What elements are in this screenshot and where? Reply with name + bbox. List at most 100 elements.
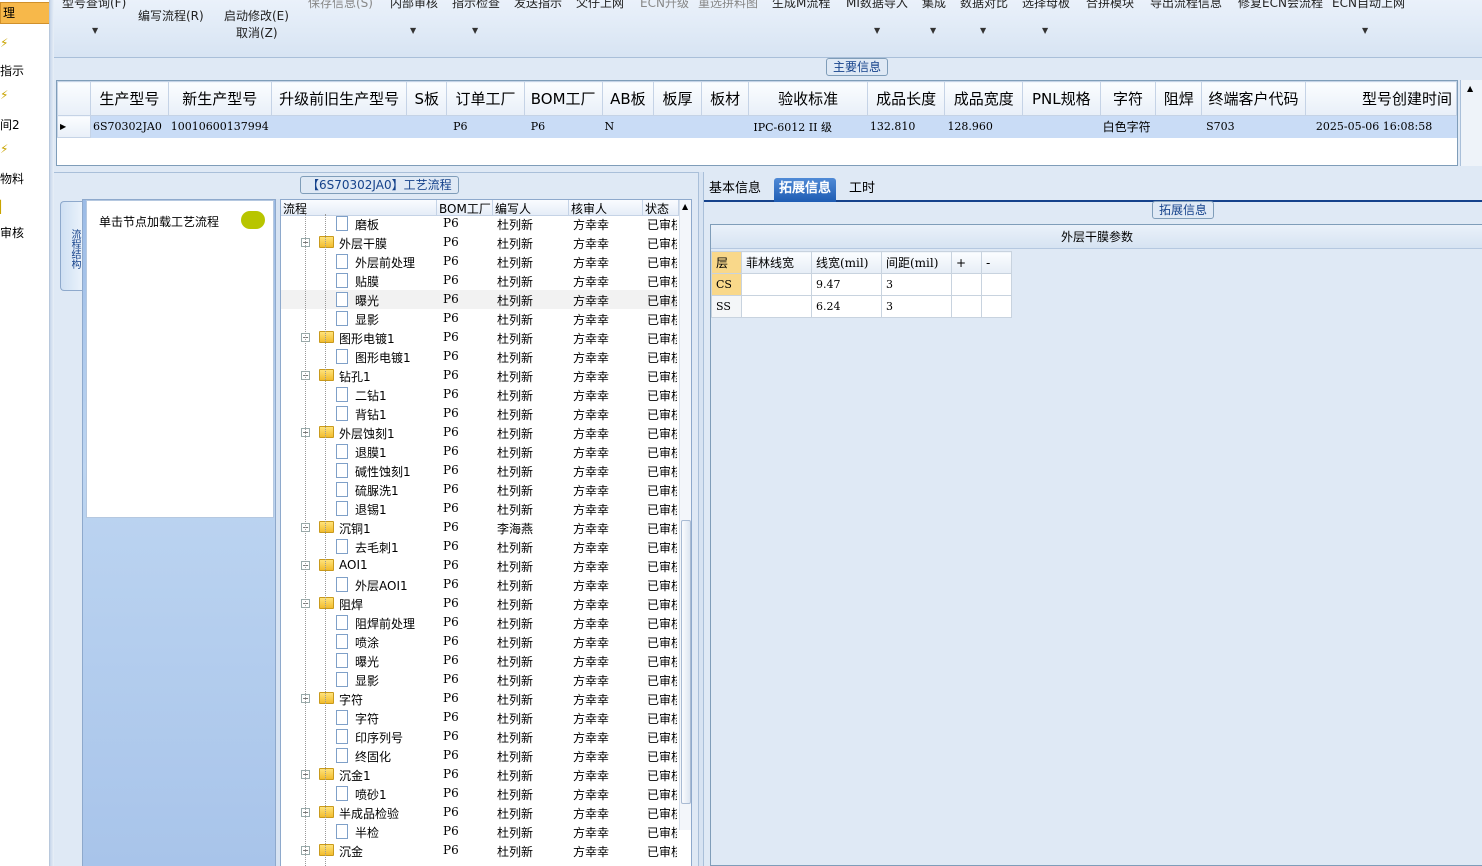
reselect-panel-button[interactable]: 重选拼料图 [698,0,758,11]
table-cell[interactable] [741,273,812,296]
dropdown-arrow-icon[interactable]: ▼ [980,26,986,35]
remove-column-button[interactable]: - [981,251,1012,274]
tree-row[interactable]: 退膜1 P6 杜列新 方幸幸 已审核 [281,442,677,461]
col-header[interactable]: 型号创建时间 [1304,81,1457,116]
tree-row[interactable]: 喷砂1 P6 杜列新 方幸幸 已审核 [281,784,677,803]
tree-row[interactable]: 曝光 P6 杜列新 方幸幸 已审核 [281,290,677,309]
col-header[interactable]: 订单工厂 [446,81,525,116]
tree-row[interactable]: 去毛刺1 P6 杜列新 方幸幸 已审核 [281,537,677,556]
table-cell[interactable] [1022,115,1101,138]
tree-row[interactable]: −沉铜1P6李海燕方幸幸已审核 [281,518,677,537]
tree-row[interactable]: 印序列号 P6 杜列新 方幸幸 已审核 [281,727,677,746]
tree-row[interactable]: 字符 P6 杜列新 方幸幸 已审核 [281,708,677,727]
tree-row[interactable]: −半成品检验P6杜列新方幸幸已审核 [281,803,677,822]
layer-cell[interactable]: SS [711,295,742,318]
left-nav-item-0[interactable]: 理 [0,2,49,24]
cancel-button[interactable]: 取消(Z) [236,24,278,41]
scroll-up-icon[interactable]: ▲ [1467,84,1473,93]
integrate-button[interactable]: 集成 [922,0,946,11]
model-query-button[interactable]: 型号查询(F) [62,0,126,11]
vertical-scrollbar[interactable]: ▲ [1460,80,1482,166]
table-cell[interactable]: 128.960 [944,115,1024,138]
tree-row[interactable]: 终固化 P6 杜列新 方幸幸 已审核 [281,746,677,765]
table-cell[interactable]: 132.810 [867,115,946,138]
col-header[interactable]: 间距(mil) [881,251,952,274]
layer-cell[interactable]: CS [711,273,742,296]
dropdown-arrow-icon[interactable]: ▼ [92,26,98,35]
tree-row[interactable]: 磨板 P6 杜列新 方幸幸 已审核 [281,214,677,233]
tree-row[interactable]: −外层蚀刻1P6杜列新方幸幸已审核 [281,423,677,442]
table-cell[interactable] [981,295,1012,318]
col-header[interactable]: AB板 [601,81,655,116]
col-header[interactable]: 阻焊 [1155,81,1203,116]
dropdown-arrow-icon[interactable]: ▼ [930,26,936,35]
tree-row[interactable]: −字符P6杜列新方幸幸已审核 [281,689,677,708]
tree-row[interactable]: 退锡1 P6 杜列新 方幸幸 已审核 [281,499,677,518]
data-compare-button[interactable]: 数据对比 [960,0,1008,11]
table-cell[interactable]: 2025-05-06 16:08:58 [1305,115,1457,138]
col-header[interactable]: 生产型号 [89,81,169,116]
instruction-check-button[interactable]: 指示检查 [452,0,500,11]
table-cell[interactable]: 3 [881,295,952,318]
start-modify-button[interactable]: 启动修改(E) [224,7,289,24]
col-header[interactable]: 成品宽度 [944,81,1024,116]
tree-row[interactable]: 阻焊前处理 P6 杜列新 方幸幸 已审核 [281,613,677,632]
export-flow-info-button[interactable]: 导出流程信息 [1150,0,1222,11]
table-cell[interactable]: S703 [1201,115,1306,138]
tree-row[interactable]: 外层AOI1 P6 杜列新 方幸幸 已审核 [281,575,677,594]
table-cell[interactable]: 6S70302JA0 [90,115,169,138]
tab-extended-info[interactable]: 拓展信息 [774,178,837,202]
generate-m-flow-button[interactable]: 生成M流程 [772,0,830,11]
select-motherboard-button[interactable]: 选择母板 [1022,0,1070,11]
table-cell[interactable]: 6.24 [811,295,882,318]
table-cell[interactable] [741,295,812,318]
col-header[interactable]: 层 [711,251,742,274]
table-cell[interactable] [701,115,750,138]
table-cell[interactable] [951,295,982,318]
tree-row[interactable]: −图形电镀1P6杜列新方幸幸已审核 [281,328,677,347]
table-cell[interactable]: 3 [881,273,952,296]
col-header[interactable]: 验收标准 [748,81,868,116]
tree-row[interactable]: 背钻1 P6 杜列新 方幸幸 已审核 [281,404,677,423]
table-cell[interactable] [406,115,448,138]
col-header[interactable]: 线宽(mil) [811,251,882,274]
table-cell[interactable] [1155,115,1203,138]
tree-row[interactable]: 硫脲洗1 P6 杜列新 方幸幸 已审核 [281,480,677,499]
col-header[interactable]: 板厚 [653,81,702,116]
table-cell[interactable] [653,115,702,138]
write-flow-button[interactable]: 编写流程(R) [138,7,204,24]
tree-row[interactable]: 碱性蚀刻1 P6 杜列新 方幸幸 已审核 [281,461,677,480]
parent-child-online-button[interactable]: 父仔上网 [576,0,624,11]
vertical-scrollbar[interactable]: ▲ [679,200,691,830]
tree-row[interactable]: 显影 P6 杜列新 方幸幸 已审核 [281,309,677,328]
tab-basic-info[interactable]: 基本信息 [704,178,766,202]
table-cell[interactable]: 10010600137994 [168,115,272,138]
col-header[interactable]: BOM工厂 [523,81,603,116]
tree-row[interactable]: 曝光 P6 杜列新 方幸幸 已审核 [281,651,677,670]
table-cell[interactable]: N [602,115,655,138]
tree-row[interactable]: 喷涂 P6 杜列新 方幸幸 已审核 [281,632,677,651]
table-cell[interactable] [271,115,408,138]
repair-ecn-flow-button[interactable]: 修复ECN会流程 [1238,0,1323,11]
scroll-up-icon[interactable]: ▲ [682,202,688,211]
col-header[interactable]: 成品长度 [866,81,946,116]
tree-row[interactable]: −AOI1P6杜列新方幸幸已审核 [281,556,677,575]
scrollbar-thumb[interactable] [681,520,691,804]
tree-row[interactable]: −阻焊P6杜列新方幸幸已审核 [281,594,677,613]
tree-row[interactable]: 贴膜 P6 杜列新 方幸幸 已审核 [281,271,677,290]
table-cell[interactable]: 9.47 [811,273,882,296]
left-nav-item-4[interactable]: 审核 [0,224,49,241]
col-header[interactable]: 新生产型号 [167,81,272,116]
add-column-button[interactable]: + [951,251,982,274]
table-row[interactable]: ▶ 6S70302JA0 10010600137994 P6 P6 N IPC-… [57,115,1457,138]
dropdown-arrow-icon[interactable]: ▼ [1042,26,1048,35]
col-header[interactable]: 终端客户代码 [1201,81,1306,116]
tab-work-hours[interactable]: 工时 [844,178,880,202]
ecn-upgrade-button[interactable]: ECN升级 [640,0,689,11]
tree-row[interactable]: 外层前处理 P6 杜列新 方幸幸 已审核 [281,252,677,271]
col-header[interactable]: S板 [406,81,448,116]
tree-row[interactable]: −沉金P6杜列新方幸幸已审核 [281,841,677,860]
table-cell[interactable]: P6 [524,115,603,138]
dropdown-arrow-icon[interactable]: ▼ [472,26,478,35]
table-row[interactable]: CS 9.47 3 [711,273,1012,296]
